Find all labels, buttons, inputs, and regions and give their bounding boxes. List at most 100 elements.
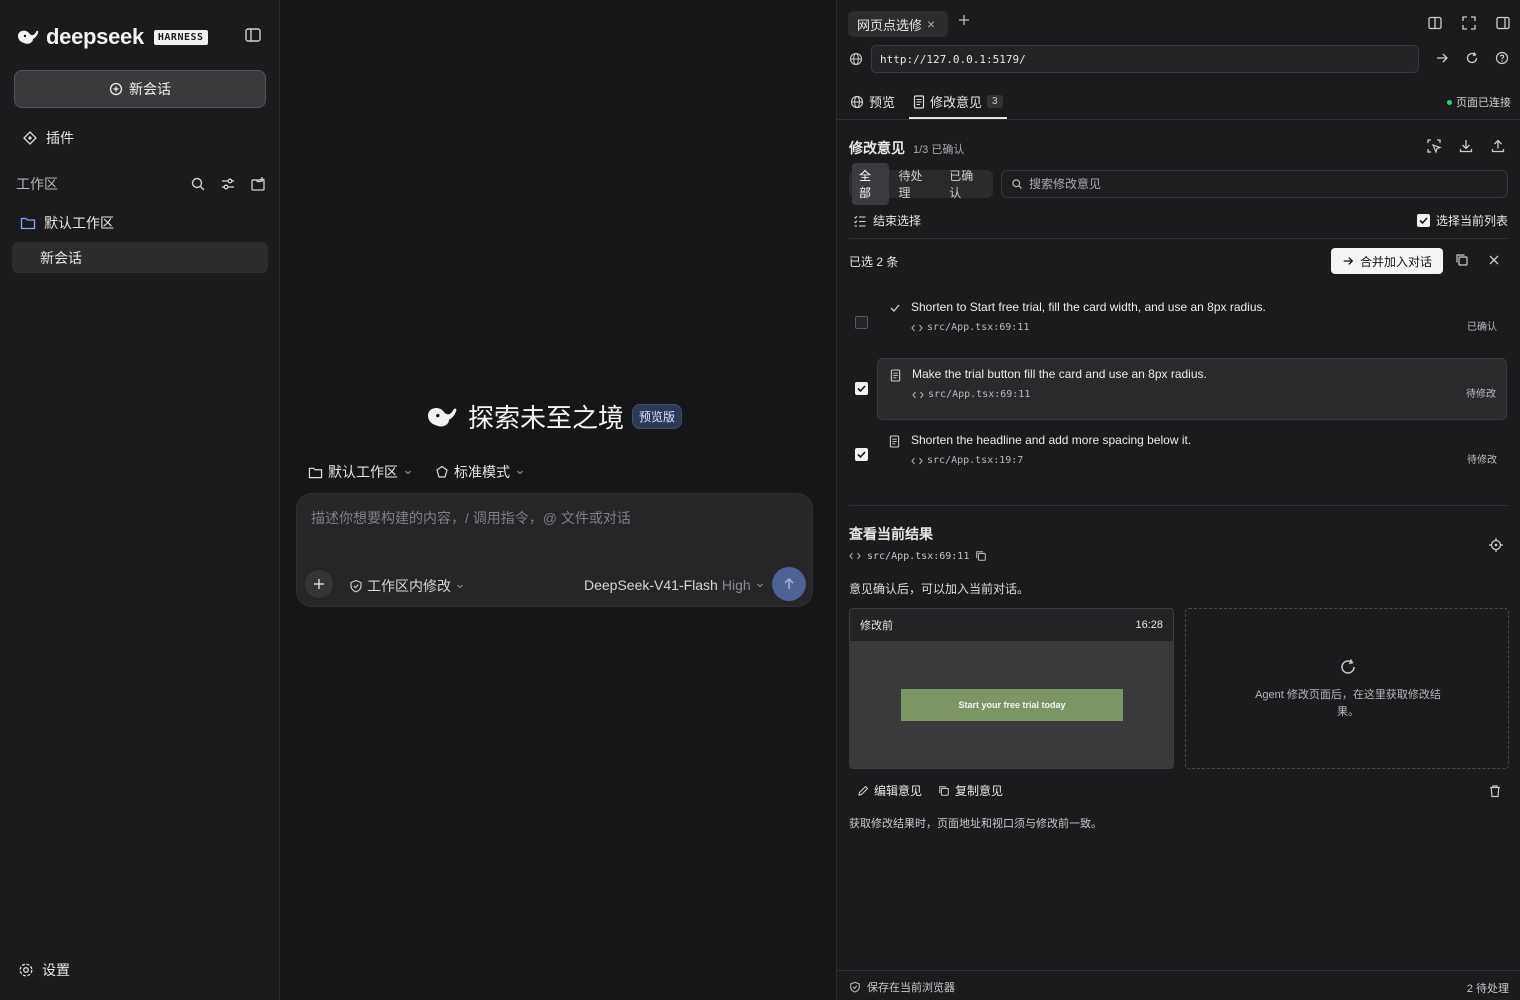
feedback-item[interactable]: Make the trial button fill the card and … bbox=[877, 358, 1507, 420]
new-tab-button[interactable] bbox=[958, 14, 970, 26]
arrow-right-icon[interactable] bbox=[1435, 51, 1449, 65]
globe-icon bbox=[849, 52, 863, 66]
settings-label: 设置 bbox=[42, 962, 70, 978]
browser-tab-title: 网页点选修改 bbox=[857, 17, 921, 33]
workspace-folder[interactable]: 默认工作区 bbox=[20, 213, 114, 233]
select-list-label: 选择当前列表 bbox=[1435, 214, 1508, 228]
new-chat-button[interactable]: 新会话 bbox=[14, 70, 266, 108]
brand-logo: deepseek HARNESS bbox=[16, 24, 208, 50]
url-actions bbox=[1435, 51, 1509, 65]
feedback-item-checkbox[interactable] bbox=[855, 316, 868, 329]
download-icon[interactable] bbox=[1458, 138, 1474, 154]
end-selection-button[interactable]: 结束选择 bbox=[853, 212, 921, 229]
scope-label: 工作区内修改 bbox=[367, 578, 451, 594]
composer: 工作区内修改 DeepSeek-V41-Flash High bbox=[296, 493, 813, 607]
code-icon bbox=[912, 390, 924, 400]
mode-selector-label: 标准模式 bbox=[454, 464, 510, 480]
close-icon[interactable] bbox=[1487, 253, 1501, 267]
scope-selector[interactable]: 工作区内修改 bbox=[349, 576, 465, 596]
hero-title: 探索未至之境 bbox=[468, 403, 625, 433]
tab-feedback[interactable]: 修改意见 3 bbox=[913, 92, 1003, 111]
divider bbox=[849, 505, 1509, 506]
document-icon bbox=[890, 369, 901, 382]
filter-sliders-icon[interactable] bbox=[220, 176, 236, 192]
feedback-item-path: src/App.tsx:69:11 bbox=[911, 322, 1029, 333]
logo-badge: HARNESS bbox=[153, 29, 208, 45]
storage-status-label: 保存在当前浏览器 bbox=[867, 982, 955, 994]
prompt-input[interactable] bbox=[311, 510, 801, 526]
check-icon bbox=[889, 302, 901, 314]
feedback-item-status: 待修改 bbox=[1466, 389, 1496, 400]
tab-preview[interactable]: 预览 bbox=[850, 92, 895, 111]
code-icon bbox=[911, 456, 923, 466]
plus-circle-icon bbox=[109, 82, 123, 96]
model-selector[interactable]: DeepSeek-V41-Flash High bbox=[584, 577, 765, 593]
trash-icon[interactable] bbox=[1488, 784, 1502, 798]
arrow-up-icon bbox=[782, 577, 796, 591]
chat-main: 探索未至之境 预览版 默认工作区 标准模式 工作区内修改 bbox=[280, 0, 836, 1000]
sidebar-item-plugins[interactable]: 插件 bbox=[22, 128, 74, 148]
feedback-item-path: src/App.tsx:69:11 bbox=[912, 389, 1030, 400]
plugin-icon bbox=[22, 130, 38, 146]
feedback-item-checkbox[interactable] bbox=[855, 382, 868, 395]
copy-icon[interactable] bbox=[975, 550, 987, 562]
url-input[interactable] bbox=[871, 45, 1419, 73]
after-snapshot-placeholder[interactable]: Agent 修改页面后，在这里获取修改结果。 bbox=[1185, 608, 1509, 769]
mode-selector[interactable]: 标准模式 bbox=[435, 462, 525, 482]
search-icon[interactable] bbox=[190, 176, 206, 192]
feedback-title: 修改意见 bbox=[849, 140, 905, 156]
reload-icon[interactable] bbox=[1465, 51, 1479, 65]
select-list-toggle[interactable]: 选择当前列表 bbox=[1416, 212, 1508, 229]
edit-feedback-label: 编辑意见 bbox=[874, 784, 923, 798]
split-view-icon[interactable] bbox=[1427, 15, 1443, 31]
workspace-selector[interactable]: 默认工作区 bbox=[308, 462, 413, 482]
storage-status: 保存在当前浏览器 bbox=[849, 979, 955, 995]
feedback-search-input[interactable] bbox=[1029, 177, 1489, 191]
connection-status: 页面已连接 bbox=[1447, 94, 1511, 110]
feedback-confirmed-summary: 1/3 已确认 bbox=[913, 144, 965, 156]
feedback-item-path-text: src/App.tsx:69:11 bbox=[927, 322, 1030, 333]
chevron-down-icon bbox=[455, 581, 465, 591]
end-selection-label: 结束选择 bbox=[873, 214, 922, 228]
feedback-search bbox=[1001, 170, 1508, 198]
settings-button[interactable]: 设置 bbox=[18, 960, 70, 980]
feedback-item-path: src/App.tsx:19:7 bbox=[911, 455, 1023, 466]
upload-icon[interactable] bbox=[1490, 138, 1506, 154]
filter-all[interactable]: 全部 bbox=[852, 163, 889, 205]
app-root: deepseek HARNESS 新会话 插件 工作区 默认工作区 新会话 设置… bbox=[0, 0, 1520, 1000]
preview-badge: 预览版 bbox=[632, 404, 683, 429]
workspace-selector-label: 默认工作区 bbox=[328, 464, 398, 480]
workspace-header: 工作区 bbox=[16, 174, 266, 194]
refresh-icon bbox=[1338, 657, 1358, 677]
feedback-item[interactable]: Shorten the headline and add more spacin… bbox=[877, 425, 1507, 487]
locate-target-icon[interactable] bbox=[1488, 537, 1504, 553]
copy-icon[interactable] bbox=[1455, 253, 1469, 267]
sidebar-toggle-icon[interactable] bbox=[244, 26, 264, 46]
feedback-item[interactable]: Shorten to Start free trial, fill the ca… bbox=[877, 292, 1507, 354]
browser-tab[interactable]: 网页点选修改 × bbox=[848, 11, 948, 37]
arrow-right-icon bbox=[1342, 255, 1354, 267]
attach-button[interactable] bbox=[305, 570, 333, 598]
folder-icon bbox=[20, 216, 36, 230]
fullscreen-icon[interactable] bbox=[1461, 15, 1477, 31]
merge-into-chat-button[interactable]: 合并加入对话 bbox=[1331, 248, 1443, 274]
copy-feedback-button[interactable]: 复制意见 bbox=[938, 782, 1003, 799]
url-bar bbox=[837, 44, 1520, 78]
filter-pending[interactable]: 待处理 bbox=[892, 163, 940, 205]
filter-confirmed[interactable]: 已确认 bbox=[942, 163, 990, 205]
panel-right-icon[interactable] bbox=[1495, 15, 1511, 31]
new-chat-label: 新会话 bbox=[129, 81, 171, 97]
result-path: src/App.tsx:69:11 bbox=[849, 550, 987, 562]
feedback-item-checkbox[interactable] bbox=[855, 448, 868, 461]
before-label: 修改前 bbox=[860, 620, 893, 632]
pick-element-icon[interactable] bbox=[1426, 138, 1442, 154]
close-icon[interactable]: × bbox=[927, 16, 935, 32]
send-button[interactable] bbox=[772, 567, 806, 601]
copy-feedback-label: 复制意见 bbox=[955, 784, 1004, 798]
new-folder-icon[interactable] bbox=[250, 176, 266, 192]
shield-icon bbox=[349, 579, 363, 593]
conversation-item[interactable]: 新会话 bbox=[12, 242, 268, 273]
edit-feedback-button[interactable]: 编辑意见 bbox=[857, 782, 922, 799]
select-list-checkbox[interactable] bbox=[1416, 214, 1430, 227]
help-icon[interactable] bbox=[1495, 51, 1509, 65]
